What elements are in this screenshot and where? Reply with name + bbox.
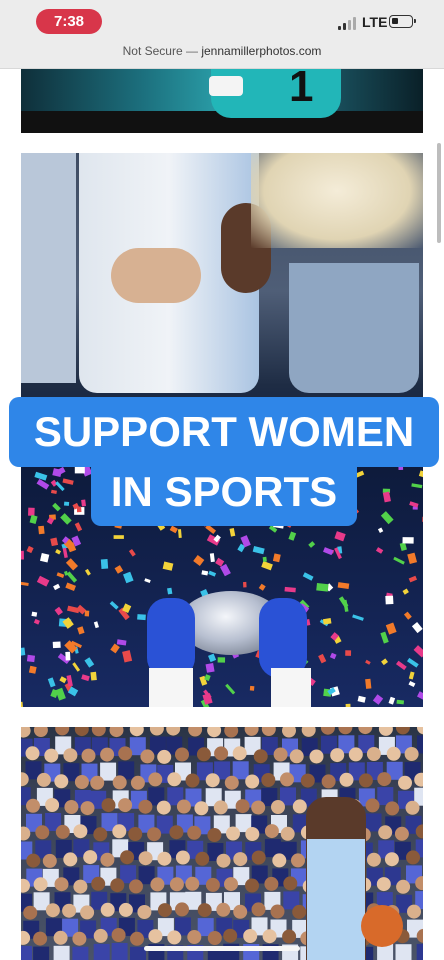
- status-time[interactable]: 7:38: [36, 9, 102, 34]
- address-bar[interactable]: Not Secure — jennamillerphotos.com: [0, 44, 444, 58]
- cellular-signal-icon: [338, 16, 358, 30]
- wristband-graphic: [209, 76, 243, 96]
- blurred-foreground-graphic: [251, 153, 423, 248]
- player-uniform-graphic: [307, 839, 365, 960]
- wrist-tape-graphic: [149, 668, 193, 707]
- home-indicator[interactable]: [144, 946, 300, 951]
- player-hand-graphic: [111, 248, 201, 303]
- player-leg-graphic: [289, 263, 419, 393]
- url-host: jennamillerphotos.com: [201, 44, 322, 58]
- blue-glove-right-graphic: [259, 598, 307, 678]
- photo-teal-jersey-player[interactable]: 1: [21, 60, 423, 133]
- caption-line-1: SUPPORT WOMEN: [9, 397, 439, 467]
- url-separator: —: [185, 44, 198, 58]
- caption-line-2: IN SPORTS: [91, 466, 357, 526]
- browser-top-bar: 7:38 LTE Not Secure — jennamillerphotos.…: [0, 0, 444, 69]
- jersey-number: 1: [289, 62, 314, 111]
- basketball-graphic: [361, 905, 403, 947]
- page-scrollbar[interactable]: [437, 143, 441, 243]
- photo-crowd-basketball[interactable]: [21, 727, 423, 960]
- wrist-tape-graphic: [271, 668, 311, 707]
- security-label: Not Secure: [122, 44, 183, 58]
- blue-glove-left-graphic: [147, 598, 195, 678]
- carrier-label: LTE: [362, 14, 388, 30]
- battery-icon: [389, 15, 416, 28]
- player-leg-graphic: [21, 153, 76, 383]
